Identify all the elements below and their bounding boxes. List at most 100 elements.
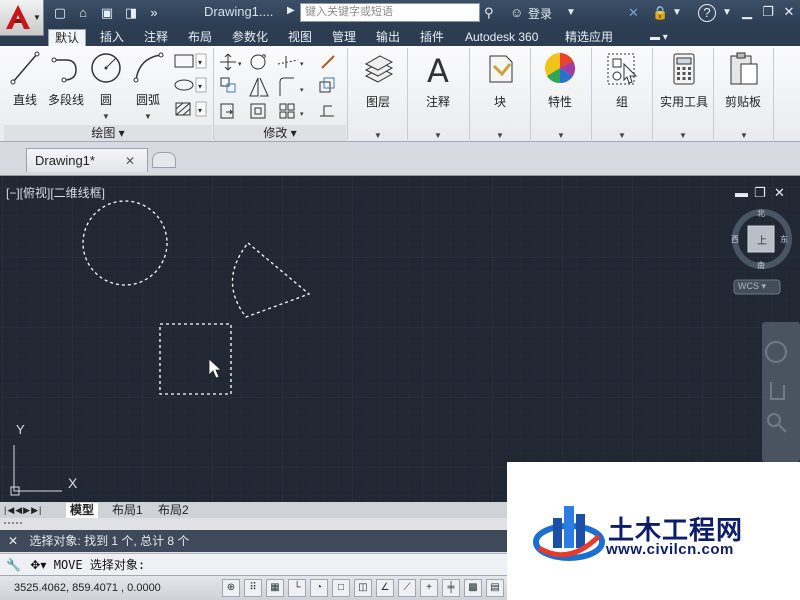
coordinate-display[interactable]: 3525.4062, 859.4071 , 0.0000	[14, 582, 161, 594]
saveas-icon[interactable]: ◨	[122, 4, 140, 22]
modify-panel-title[interactable]: 修改 ▾	[214, 125, 346, 141]
ducs-icon[interactable]: ⟋	[398, 579, 416, 597]
tab-default[interactable]: 默认	[48, 29, 87, 47]
annotation-button[interactable]: A 注释	[414, 50, 462, 110]
tab-insert[interactable]: 插入	[94, 29, 130, 46]
drawing-canvas[interactable]	[0, 177, 800, 502]
arc-button[interactable]: 圆弧 ▼	[130, 50, 166, 122]
document-tab-drawing1[interactable]: Drawing1* ✕	[26, 148, 148, 172]
chevron-down-icon[interactable]: ▼	[557, 131, 565, 140]
rectangle-icon: ▾	[174, 53, 207, 69]
tab-model[interactable]: 模型	[66, 503, 99, 518]
properties-button[interactable]: 特性	[536, 50, 584, 110]
properties-label: 特性	[547, 95, 572, 109]
infer-constraints-icon[interactable]: ⊕	[222, 579, 240, 597]
viewport-close-icon[interactable]: ✕	[774, 185, 785, 201]
clipboard-button[interactable]: 剪贴板	[718, 50, 768, 110]
boundary-tool[interactable]: ▾	[172, 100, 208, 121]
search-expand-icon[interactable]: ▶	[287, 5, 295, 16]
polyline-button[interactable]: 多段线	[46, 50, 86, 108]
ribbon-options-icon[interactable]: ▬ ▾	[644, 29, 674, 46]
chevron-down-icon[interactable]: ▼	[722, 4, 732, 22]
open-icon[interactable]: ⌂	[74, 4, 92, 22]
move-icon[interactable]: ✥▾	[30, 558, 46, 572]
close-icon[interactable]: ✕	[125, 149, 135, 173]
draw-panel-title[interactable]: 绘图 ▾	[4, 125, 212, 141]
chevron-down-icon[interactable]: ▼	[144, 112, 152, 121]
layers-icon	[364, 55, 394, 83]
model-space[interactable]	[0, 177, 800, 502]
dyn-icon[interactable]: +	[420, 579, 438, 597]
chevron-down-icon[interactable]: ▼	[566, 4, 576, 22]
more-icon[interactable]: »	[145, 4, 163, 22]
tab-output[interactable]: 输出	[370, 29, 406, 46]
new-icon[interactable]: ▢	[51, 4, 69, 22]
otrack-icon[interactable]: ∠	[376, 579, 394, 597]
binoculars-icon[interactable]: ⚲	[484, 4, 494, 22]
tab-featured-apps[interactable]: 精选应用	[559, 29, 619, 46]
tab-view[interactable]: 视图	[282, 29, 318, 46]
viewcube-top-face[interactable]: 上	[757, 232, 767, 247]
close-icon[interactable]: ✕	[0, 534, 26, 548]
layers-button[interactable]: 图层	[354, 50, 402, 110]
tab-autodesk-360[interactable]: Autodesk 360	[459, 29, 544, 46]
login-link[interactable]: 登录	[528, 5, 552, 22]
3d-osnap-icon[interactable]: ◫	[354, 579, 372, 597]
viewport-restore-icon[interactable]: ❐	[754, 185, 766, 201]
modify-tools-grid: ▾ ▾ ▾ ▾	[218, 52, 344, 122]
tab-plugins[interactable]: 插件	[414, 29, 450, 46]
layout-nav-arrows-icon[interactable]: |◀◀▶▶|	[4, 503, 42, 518]
lock-icon[interactable]: 🔒	[652, 4, 668, 22]
chevron-down-icon[interactable]: ▼	[672, 4, 682, 22]
line-button[interactable]: 直线	[8, 50, 42, 108]
exchange-icon[interactable]: ✕	[628, 4, 639, 22]
chevron-down-icon[interactable]: ▼	[102, 112, 110, 121]
lineweight-icon[interactable]: ╪	[442, 579, 460, 597]
grid-icon[interactable]: ▦	[266, 579, 284, 597]
osnap-icon[interactable]: □	[332, 579, 350, 597]
tab-layout2[interactable]: 布局2	[154, 503, 193, 518]
utilities-button[interactable]: 实用工具	[656, 50, 712, 110]
help-icon[interactable]: ?	[698, 4, 716, 22]
tab-layout1[interactable]: 布局1	[108, 503, 147, 518]
minimize-button[interactable]: ▁	[736, 2, 758, 22]
circle-button[interactable]: 圆 ▼	[88, 50, 124, 122]
snap-icon[interactable]: ⠿	[244, 579, 262, 597]
chevron-down-icon[interactable]: ▼	[374, 131, 382, 140]
tab-layout[interactable]: 布局	[182, 29, 218, 46]
new-tab-button[interactable]	[152, 152, 176, 168]
tab-parametric[interactable]: 参数化	[226, 29, 274, 46]
svg-text:▾: ▾	[238, 61, 242, 68]
navigation-bar[interactable]	[762, 322, 800, 462]
line-label: 直线	[12, 93, 37, 107]
tab-manage[interactable]: 管理	[326, 29, 362, 46]
group-button[interactable]: 组	[598, 50, 646, 110]
user-icon[interactable]: ☺	[510, 4, 523, 22]
ortho-icon[interactable]: └	[288, 579, 306, 597]
command-grip-icon[interactable]	[4, 522, 22, 528]
rectangle-tool[interactable]: ▾	[172, 52, 208, 73]
transparency-icon[interactable]: ▩	[464, 579, 482, 597]
viewcube-north: 北	[757, 209, 765, 218]
restore-button[interactable]: ❐	[757, 2, 779, 22]
quick-properties-icon[interactable]: ▤	[486, 579, 504, 597]
block-button[interactable]: 块	[476, 50, 524, 110]
chevron-down-icon[interactable]: ▼	[434, 131, 442, 140]
close-button[interactable]: ✕	[778, 2, 800, 22]
chevron-down-icon[interactable]: ▼	[496, 131, 504, 140]
polar-icon[interactable]: ◔	[310, 579, 328, 597]
application-menu-button[interactable]: ▼	[0, 0, 44, 36]
chevron-down-icon: ▼	[33, 13, 41, 22]
search-input[interactable]: 键入关键字或短语	[300, 3, 480, 22]
save-icon[interactable]: ▣	[98, 4, 116, 22]
chevron-down-icon[interactable]: ▼	[679, 131, 687, 140]
viewcube-south: 南	[757, 261, 765, 270]
viewport-minimize-icon[interactable]: ▬	[735, 185, 748, 200]
wrench-icon[interactable]: 🔧	[0, 558, 27, 572]
chevron-down-icon[interactable]: ▼	[740, 131, 748, 140]
hatch-tool[interactable]: ▾	[172, 76, 208, 97]
viewport-controls-label[interactable]: [−][俯视][二维线框]	[6, 184, 105, 201]
chevron-down-icon[interactable]: ▼	[618, 131, 626, 140]
tab-annotate[interactable]: 注释	[138, 29, 174, 46]
command-input[interactable]: 🔧 ✥▾ MOVE 选择对象:	[0, 553, 507, 575]
